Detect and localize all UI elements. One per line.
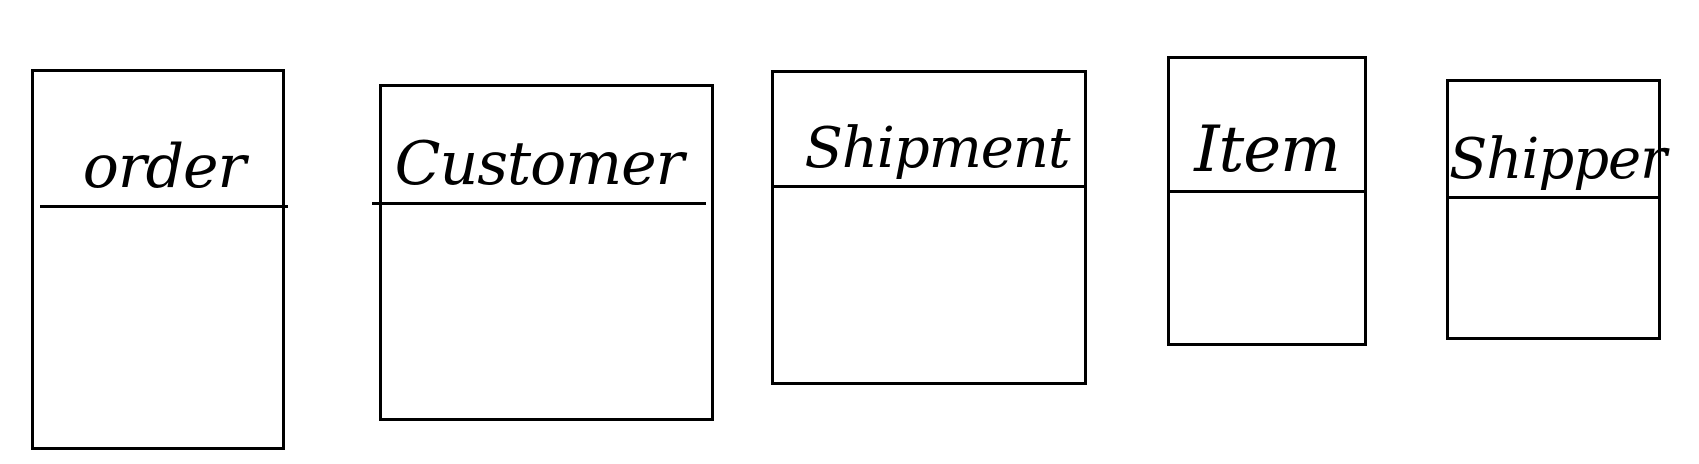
entity-box-customer: Customer xyxy=(372,84,714,421)
entity-header: Item xyxy=(1170,59,1364,193)
entity-header: Customer xyxy=(372,87,706,205)
entity-title: order xyxy=(82,132,246,202)
entity-box-shipment: Shipment xyxy=(771,70,1087,385)
entity-header: Shipper xyxy=(1449,82,1667,199)
entity-box-order: order xyxy=(31,69,288,450)
entity-title: Item xyxy=(1194,113,1341,187)
entity-title: Shipment xyxy=(804,116,1071,181)
entity-title: Customer xyxy=(394,129,685,199)
entity-attributes-area xyxy=(34,208,282,447)
entity-header: Shipment xyxy=(774,73,1084,188)
entity-attributes-area xyxy=(1449,199,1658,337)
entity-box-shipper: Shipper xyxy=(1446,79,1667,340)
entity-header: order xyxy=(40,72,288,208)
entity-attributes-area xyxy=(382,205,711,418)
entity-title: Shipper xyxy=(1449,127,1667,192)
diagram-canvas: order Customer Shipment Item Shipper xyxy=(0,0,1699,464)
entity-box-item: Item xyxy=(1167,56,1367,346)
entity-attributes-area xyxy=(1170,193,1364,343)
entity-attributes-area xyxy=(774,188,1084,382)
